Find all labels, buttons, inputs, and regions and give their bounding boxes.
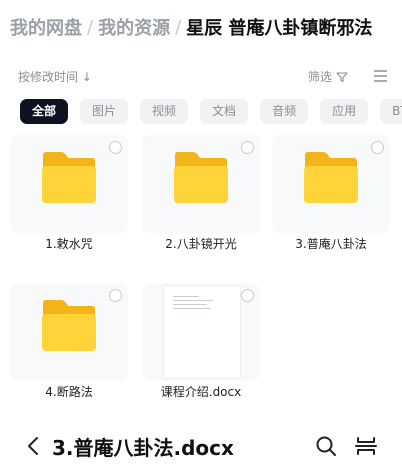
file-name: 3.普庵八卦法 (295, 237, 367, 251)
folder-card[interactable] (272, 135, 390, 233)
folder-card[interactable] (10, 135, 128, 233)
sort-filter-row: 按修改时间 ↓ 筛选 (18, 66, 390, 86)
search-icon[interactable] (314, 434, 338, 458)
document-card[interactable] (142, 283, 260, 381)
select-checkbox[interactable] (241, 141, 254, 154)
preview-bottom-bar: 3.普庵八卦法.docx (0, 424, 402, 468)
filter-button[interactable]: 筛选 (308, 68, 348, 85)
breadcrumb-separator: / (175, 16, 182, 38)
folder-icon (42, 152, 96, 203)
select-checkbox[interactable] (241, 289, 254, 302)
sort-arrow-icon: ↓ (81, 70, 92, 84)
split-view-icon[interactable] (354, 434, 378, 458)
select-checkbox[interactable] (371, 141, 384, 154)
folder-icon (174, 152, 228, 203)
breadcrumb-item-my-drive[interactable]: 我的网盘 (10, 14, 82, 40)
sort-label: 按修改时间 (18, 70, 79, 84)
tab-audio[interactable]: 音频 (260, 99, 309, 124)
sort-button[interactable]: 按修改时间 ↓ (18, 68, 92, 85)
folder-icon (42, 300, 96, 351)
tab-documents[interactable]: 文档 (200, 99, 249, 124)
preview-file-title: 3.普庵八卦法.docx (52, 436, 234, 460)
folder-card[interactable] (10, 283, 128, 381)
tab-apps[interactable]: 应用 (320, 99, 369, 124)
tab-all[interactable]: 全部 (20, 99, 69, 124)
folder-card[interactable] (142, 135, 260, 233)
filter-label: 筛选 (307, 70, 332, 84)
breadcrumb-separator: / (87, 16, 94, 38)
folder-icon (304, 152, 358, 203)
list-view-icon[interactable] (370, 66, 390, 86)
select-checkbox[interactable] (109, 141, 122, 154)
file-name: 2.八卦镜开光 (165, 237, 237, 251)
filter-icon (336, 71, 348, 82)
category-tabs: 全部图片视频文档音频应用 BT种子 (20, 99, 402, 124)
breadcrumb-item-my-resources[interactable]: 我的资源 (98, 14, 170, 40)
tab-images[interactable]: 图片 (80, 99, 129, 124)
file-name: 4.断路法 (45, 385, 93, 399)
breadcrumb-current-folder: 星辰 普庵八卦镇断邪法 (186, 18, 373, 39)
file-name: 课程介绍.docx (160, 385, 242, 399)
file-name: 1.敕水咒 (45, 237, 93, 251)
breadcrumb: 我的网盘 / 我的资源 / 星辰 普庵八卦镇断邪法 (10, 12, 402, 42)
tab-videos[interactable]: 视频 (140, 99, 189, 124)
chevron-left-icon[interactable] (24, 434, 44, 458)
file-browser-page: 我的网盘 / 我的资源 / 星辰 普庵八卦镇断邪法 按修改时间 ↓ 筛选 全部图… (0, 0, 402, 468)
select-checkbox[interactable] (109, 289, 122, 302)
tab-bt-torrents[interactable]: BT种子 (380, 99, 402, 124)
document-thumbnail (163, 285, 241, 379)
